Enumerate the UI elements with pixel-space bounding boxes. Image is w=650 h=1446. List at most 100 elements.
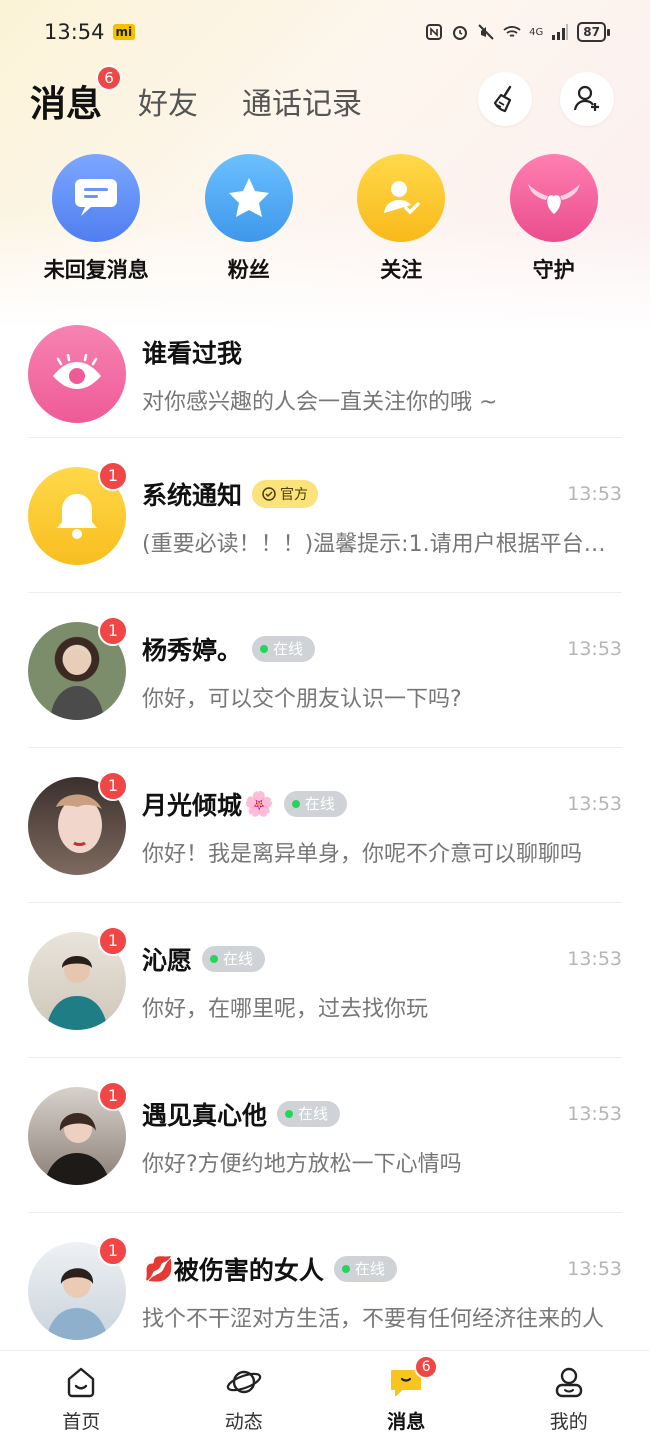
item-top: 杨秀婷。 在线 13:53	[142, 629, 622, 669]
message-preview: (重要必读！！！)温馨提示:1.请用户根据平台规则文明交友	[142, 531, 622, 557]
tab-friends[interactable]: 好友	[138, 79, 198, 123]
alarm-icon	[453, 26, 468, 40]
flower-emoji: 🌸	[244, 789, 274, 818]
unread-badge: 1	[98, 770, 128, 801]
lips-emoji: 💋	[144, 1254, 174, 1283]
add-friend-icon	[573, 85, 599, 111]
avatar-wrap: 1	[28, 460, 128, 565]
wifi-icon	[503, 26, 521, 37]
guard-circle	[509, 154, 598, 242]
message-time: 13:53	[567, 792, 622, 815]
nav-messages[interactable]: 6 消息	[346, 1355, 466, 1434]
message-preview: 找个不干涩对方生活，不要有任何经济往来的人	[142, 1306, 605, 1332]
winged-heart-icon	[527, 184, 580, 214]
star-icon	[228, 178, 269, 217]
nav-moments-icon-wrap	[225, 1363, 263, 1401]
conversation-system-notice[interactable]: 1 系统通知 官方 13:53 (重要必读！！！)温馨提示:1.请用户根据平台规…	[0, 438, 650, 593]
item-top: 系统通知 官方 13:53	[142, 474, 622, 514]
online-tag: 在线	[277, 1100, 341, 1127]
nfc-icon	[426, 24, 443, 40]
avatar-wrap: 1	[28, 925, 128, 1030]
clear-unread-button[interactable]	[478, 72, 532, 126]
carrier-badge: mi	[112, 24, 136, 40]
message-time: 13:53	[567, 1102, 622, 1125]
signal-icon	[552, 24, 569, 40]
quick-unreplied-label: 未回复消息	[43, 258, 149, 282]
following-circle	[357, 154, 446, 242]
quick-actions: 未回复消息 粉丝 关注 守护	[0, 154, 650, 294]
chat-bubble-icon	[75, 179, 118, 216]
conversation-item[interactable]: 1 杨秀婷。 在线 13:53 你好，可以交个朋友认识一下吗?	[0, 593, 650, 748]
nav-profile[interactable]: 我的	[509, 1363, 629, 1434]
conversation-item[interactable]: 1 遇见真心他 在线 13:53 你好?方便约地方放松一下心情吗	[0, 1058, 650, 1213]
item-body: 💋 被伤害的女人 在线 13:53 找个不干涩对方生活，不要有任何经济往来的人	[142, 1249, 622, 1333]
visitor-title: 谁看过我	[142, 339, 243, 368]
online-dot	[260, 644, 269, 653]
tab-messages-badge: 6	[96, 65, 123, 91]
item-top: 遇见真心他 在线 13:53	[142, 1094, 622, 1134]
fans-circle	[204, 154, 293, 242]
network-type: 4G	[529, 26, 544, 38]
tab-call-history[interactable]: 通话记录	[242, 79, 362, 123]
contact-name: 沁愿	[142, 945, 193, 975]
user-check-icon	[384, 181, 420, 215]
visitor-top: 谁看过我	[142, 332, 622, 372]
status-bar: 13:54 mi 4G 87	[0, 0, 650, 64]
item-body: 沁愿 在线 13:53 你好，在哪里呢，过去找你玩	[142, 939, 622, 1023]
conversation-item[interactable]: 1 月光倾城 🌸 在线 13:53 你好！我是离异单身，你呢不介意可以聊聊吗	[0, 748, 650, 903]
nav-home-label: 首页	[62, 1411, 101, 1433]
item-top: 💋 被伤害的女人 在线 13:53	[142, 1249, 622, 1289]
unread-badge: 1	[98, 925, 128, 956]
online-dot	[291, 799, 300, 808]
online-tag: 在线	[202, 945, 266, 972]
message-preview: 你好！我是离异单身，你呢不介意可以聊聊吗	[142, 841, 583, 867]
nav-home[interactable]: 首页	[21, 1363, 141, 1434]
contact-name: 杨秀婷。	[142, 635, 243, 665]
message-preview: 你好，可以交个朋友认识一下吗?	[142, 686, 462, 712]
quick-unreplied[interactable]: 未回复消息	[31, 154, 161, 294]
quick-fans[interactable]: 粉丝	[184, 154, 314, 294]
avatar-wrap: 1	[28, 1080, 128, 1185]
item-top: 沁愿 在线 13:53	[142, 939, 622, 979]
online-tag: 在线	[252, 635, 316, 662]
home-icon	[68, 1367, 95, 1398]
avatar-wrap: 1	[28, 770, 128, 875]
message-time: 13:53	[567, 1257, 622, 1280]
add-friend-button[interactable]	[560, 72, 614, 126]
item-body: 月光倾城 🌸 在线 13:53 你好！我是离异单身，你呢不介意可以聊聊吗	[142, 784, 622, 868]
online-tag-label: 在线	[223, 950, 254, 968]
official-tag: 官方	[252, 479, 319, 508]
tab-messages[interactable]: 消息 6	[30, 65, 123, 127]
unreplied-circle	[52, 154, 141, 242]
quick-following-label: 关注	[380, 258, 423, 282]
online-tag-label: 在线	[304, 795, 335, 813]
nav-home-icon-wrap	[62, 1363, 100, 1401]
item-body: 系统通知 官方 13:53 (重要必读！！！)温馨提示:1.请用户根据平台规则文…	[142, 474, 622, 558]
nav-profile-label: 我的	[549, 1411, 588, 1433]
unread-badge: 1	[98, 460, 128, 491]
conversation-item[interactable]: 1 💋 被伤害的女人 在线 13:53 找个不干涩对方生活，不要有任何经济往来的…	[0, 1213, 650, 1368]
visitor-subtitle: 对你感兴趣的人会一直关注你的哦 ~	[142, 390, 498, 415]
bottom-nav: 首页 动态 6 消息 我的	[0, 1350, 650, 1446]
item-body: 遇见真心他 在线 13:53 你好?方便约地方放松一下心情吗	[142, 1094, 622, 1178]
conversation-item[interactable]: 1 沁愿 在线 13:53 你好，在哪里呢，过去找你玩	[0, 903, 650, 1058]
who-viewed-me[interactable]: 谁看过我 对你感兴趣的人会一直关注你的哦 ~	[0, 310, 650, 438]
header-actions	[478, 72, 614, 126]
contact-name: 被伤害的女人	[173, 1255, 324, 1285]
top-tabs: 消息 6 好友 通话记录	[0, 65, 650, 136]
official-tag-label: 官方	[280, 486, 309, 503]
quick-guard[interactable]: 守护	[489, 154, 619, 294]
online-dot	[285, 1109, 294, 1118]
message-preview: 你好?方便约地方放松一下心情吗	[142, 1151, 462, 1177]
battery-indicator: 87	[577, 22, 610, 42]
eye-icon	[53, 354, 101, 389]
visitor-body: 谁看过我 对你感兴趣的人会一直关注你的哦 ~	[142, 332, 622, 416]
planet-icon	[226, 1370, 261, 1394]
avatar-wrap: 1	[28, 1235, 128, 1340]
quick-guard-label: 守护	[532, 258, 575, 282]
nav-profile-icon-wrap	[550, 1363, 588, 1401]
quick-following[interactable]: 关注	[336, 154, 466, 294]
tab-messages-label: 消息	[30, 84, 103, 125]
nav-moments[interactable]: 动态	[184, 1363, 304, 1434]
broom-icon	[493, 85, 512, 113]
